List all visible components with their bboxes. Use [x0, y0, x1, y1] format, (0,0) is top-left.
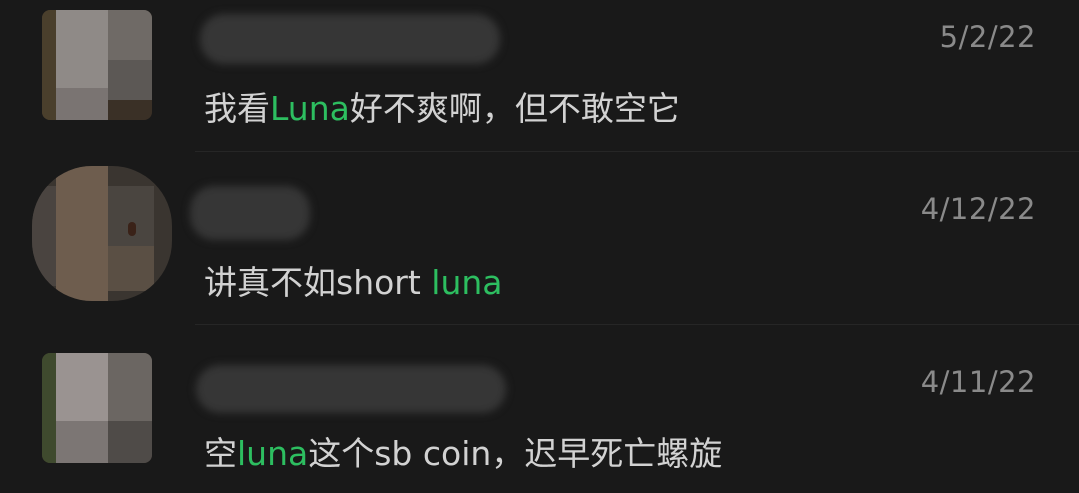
redacted-contact-name [190, 186, 310, 240]
message-text: 讲真不如short [204, 263, 432, 302]
message-text: 空 [204, 434, 237, 473]
search-result-item[interactable]: 4/12/22 讲真不如short luna [0, 152, 1079, 324]
search-keyword-highlight: Luna [270, 89, 350, 128]
avatar[interactable] [42, 353, 152, 463]
message-snippet: 我看Luna好不爽啊，但不敢空它 [204, 82, 680, 130]
avatar[interactable] [32, 166, 172, 301]
message-date: 5/2/22 [939, 20, 1036, 54]
message-text: 好不爽啊，但不敢空它 [349, 89, 680, 128]
message-date: 4/12/22 [920, 192, 1036, 226]
search-result-item[interactable]: 4/11/22 空luna这个sb coin，迟早死亡螺旋 [0, 325, 1079, 493]
message-text: 这个sb coin，迟早死亡螺旋 [308, 434, 723, 473]
search-result-item[interactable]: 5/2/22 我看Luna好不爽啊，但不敢空它 [0, 0, 1079, 152]
redacted-contact-name [196, 365, 506, 413]
redacted-contact-name [200, 14, 500, 64]
search-keyword-highlight: luna [237, 434, 309, 473]
avatar[interactable] [42, 10, 152, 120]
message-text: 我看 [204, 89, 270, 128]
message-snippet: 讲真不如short luna [204, 256, 503, 304]
message-snippet: 空luna这个sb coin，迟早死亡螺旋 [204, 427, 722, 475]
search-keyword-highlight: luna [431, 263, 503, 302]
message-date: 4/11/22 [920, 365, 1036, 399]
